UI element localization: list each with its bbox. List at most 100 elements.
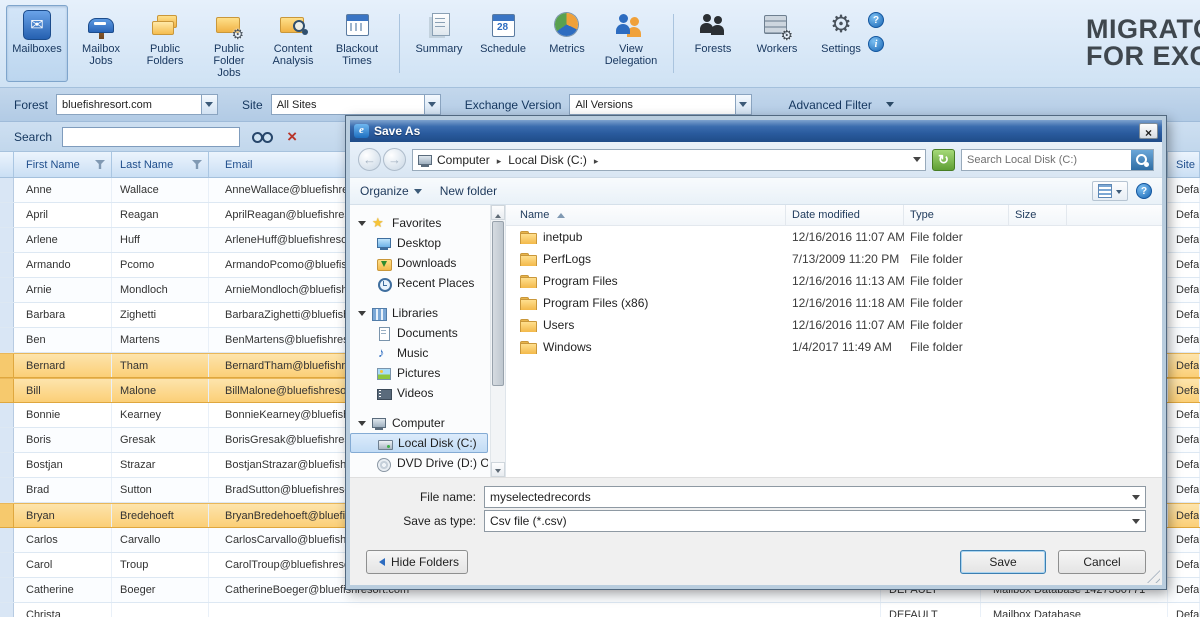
file-row[interactable]: Program Files (x86) 12/16/2016 11:18 AM … [506, 292, 1162, 314]
filter-funnel-icon[interactable] [192, 160, 202, 169]
chevron-down-icon[interactable] [735, 95, 751, 114]
toolbar-button[interactable]: Public Folder Jobs [198, 5, 260, 82]
row-indicator[interactable] [0, 578, 14, 602]
row-indicator[interactable] [0, 403, 14, 427]
row-indicator[interactable] [0, 428, 14, 452]
file-row[interactable]: Program Files 12/16/2016 11:13 AM File f… [506, 270, 1162, 292]
chevron-down-icon[interactable] [1132, 495, 1140, 504]
tree-item[interactable]: DVD Drive (D:) OFF [350, 453, 488, 473]
column-header-size[interactable]: Size [1009, 205, 1067, 225]
row-indicator[interactable] [0, 178, 14, 202]
breadcrumb[interactable]: ComputerLocal Disk (C:) [412, 149, 926, 171]
table-row[interactable]: Christa DEFAULT Mailbox Database Default [0, 603, 1200, 617]
help-icon[interactable] [868, 12, 884, 28]
tree-scrollbar[interactable] [490, 205, 505, 477]
toolbar-button[interactable]: Public Folders [134, 5, 196, 82]
hide-folders-button[interactable]: Hide Folders [366, 550, 468, 574]
scroll-up-arrow-icon[interactable] [491, 205, 505, 220]
search-icon[interactable] [1131, 150, 1153, 170]
row-indicator[interactable] [0, 553, 14, 577]
binoculars-find-icon[interactable] [250, 128, 274, 146]
toolbar-button[interactable]: Content Analysis [262, 5, 324, 82]
cancel-button[interactable]: Cancel [1058, 550, 1146, 574]
organize-menu[interactable]: Organize [360, 184, 422, 198]
tree-item[interactable]: Downloads [350, 253, 488, 273]
row-indicator[interactable] [0, 278, 14, 302]
tree-item[interactable]: Pictures [350, 363, 488, 383]
toolbar-button[interactable]: View Delegation [600, 5, 662, 82]
toolbar-button[interactable]: Workers [746, 5, 808, 82]
save-type-select[interactable]: Csv file (*.csv) [484, 510, 1146, 532]
tree-item[interactable]: Desktop [350, 233, 488, 253]
back-button[interactable] [358, 148, 381, 171]
tree-item[interactable]: Computer [350, 413, 488, 433]
row-indicator[interactable] [0, 603, 14, 617]
close-icon[interactable] [1139, 123, 1158, 139]
tree-item[interactable]: Documents [350, 323, 488, 343]
row-indicator[interactable] [0, 303, 14, 327]
tree-item[interactable]: Local Disk (C:) [350, 433, 488, 453]
column-header-site[interactable]: Site [1168, 152, 1200, 177]
dialog-titlebar[interactable]: Save As [350, 120, 1162, 142]
tree-item[interactable]: Music [350, 343, 488, 363]
toolbar-button[interactable]: Metrics [536, 5, 598, 82]
help-icon[interactable] [1136, 183, 1152, 199]
row-indicator[interactable] [0, 328, 14, 352]
toolbar-button[interactable]: Blackout Times [326, 5, 388, 82]
file-row[interactable]: Users 12/16/2016 11:07 AM File folder [506, 314, 1162, 336]
row-indicator[interactable] [0, 354, 14, 377]
toolbar-button[interactable]: Mailbox Jobs [70, 5, 132, 82]
search-input[interactable] [62, 127, 240, 147]
chevron-down-icon[interactable] [424, 95, 440, 114]
filter-funnel-icon[interactable] [95, 160, 105, 169]
exchange-version-select[interactable]: All Versions [569, 94, 752, 115]
tree-item[interactable]: Recent Places [350, 273, 488, 293]
site-select[interactable]: All Sites [271, 94, 441, 115]
column-header-name[interactable]: Name [506, 205, 786, 225]
toolbar-button[interactable]: Schedule [472, 5, 534, 82]
column-header-type[interactable]: Type [904, 205, 1009, 225]
site-cell: Default [1168, 354, 1200, 377]
toolbar-button[interactable]: Mailboxes [6, 5, 68, 82]
row-indicator[interactable] [0, 203, 14, 227]
scroll-down-arrow-icon[interactable] [491, 462, 505, 477]
tree-item[interactable] [350, 293, 488, 303]
row-indicator[interactable] [0, 253, 14, 277]
clear-search-icon[interactable] [284, 128, 300, 146]
info-icon[interactable] [868, 36, 884, 52]
row-indicator[interactable] [0, 504, 14, 527]
tree-item[interactable]: Favorites [350, 213, 488, 233]
row-indicator[interactable] [0, 528, 14, 552]
file-row[interactable]: inetpub 12/16/2016 11:07 AM File folder [506, 226, 1162, 248]
new-folder-button[interactable]: New folder [440, 184, 497, 198]
row-indicator[interactable] [0, 478, 14, 502]
file-row[interactable]: Windows 1/4/2017 11:49 AM File folder [506, 336, 1162, 358]
column-header-date-modified[interactable]: Date modified [786, 205, 904, 225]
forward-button[interactable] [383, 148, 406, 171]
chevron-down-icon[interactable] [1132, 519, 1140, 528]
views-button[interactable] [1092, 181, 1128, 201]
chevron-down-icon[interactable] [201, 95, 217, 114]
file-name-input[interactable]: myselectedrecords [484, 486, 1146, 508]
forest-select[interactable]: bluefishresort.com [56, 94, 218, 115]
toolbar-button[interactable]: Settings [810, 5, 872, 82]
refresh-button[interactable] [932, 149, 955, 171]
scrollbar-thumb[interactable] [492, 221, 504, 386]
chevron-down-icon[interactable] [913, 157, 921, 166]
row-indicator[interactable] [0, 453, 14, 477]
toolbar-button[interactable]: Forests [682, 5, 744, 82]
breadcrumb-item[interactable]: Local Disk (C:) [508, 153, 605, 167]
tree-item[interactable] [350, 403, 488, 413]
column-header-last-name[interactable]: Last Name [112, 152, 209, 177]
file-row[interactable]: PerfLogs 7/13/2009 11:20 PM File folder [506, 248, 1162, 270]
toolbar-button[interactable]: Summary [408, 5, 470, 82]
column-header-first-name[interactable]: First Name [14, 152, 112, 177]
row-indicator[interactable] [0, 379, 14, 402]
tree-item[interactable]: Videos [350, 383, 488, 403]
advanced-filter-dropdown[interactable]: Advanced Filter [788, 98, 893, 112]
dialog-search-box[interactable]: Search Local Disk (C:) [961, 149, 1154, 171]
breadcrumb-item[interactable]: Computer [437, 153, 508, 167]
row-indicator[interactable] [0, 228, 14, 252]
save-button[interactable]: Save [960, 550, 1046, 574]
tree-item[interactable]: Libraries [350, 303, 488, 323]
